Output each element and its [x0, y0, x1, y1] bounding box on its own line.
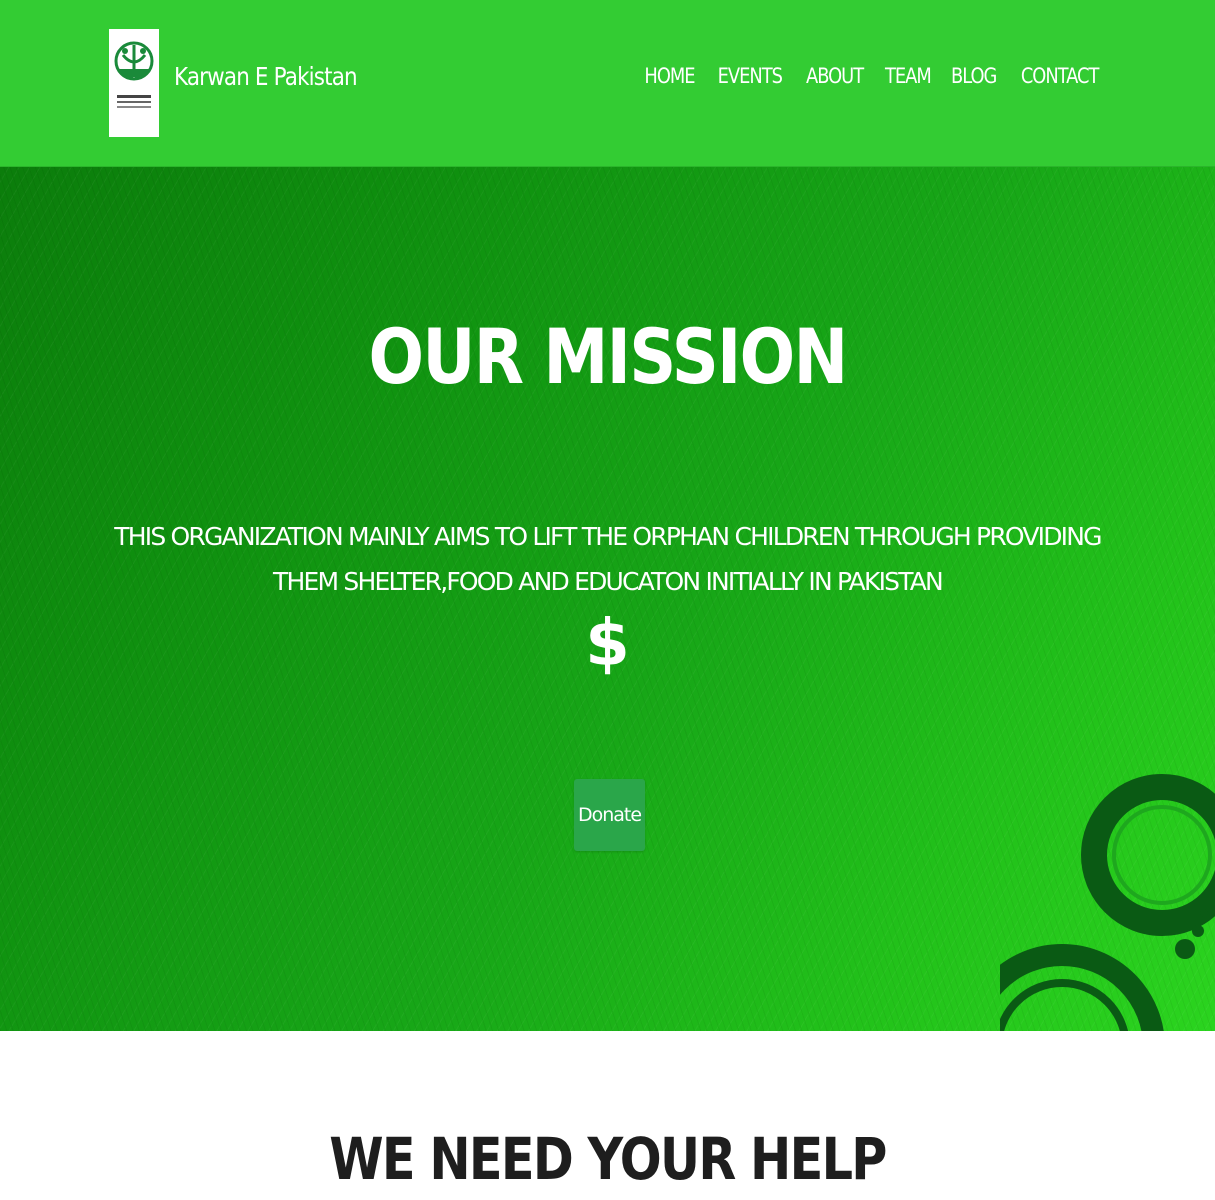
hero-section: OUR MISSION THIS ORGANIZATION MAINLY AIM… [0, 167, 1215, 1031]
decorative-circles-graphic [1000, 774, 1215, 1031]
nav-link-blog[interactable]: BLOG [951, 64, 997, 88]
nav-link-events[interactable]: EVENTS [718, 64, 783, 88]
help-section-title: WE NEED YOUR HELP [329, 1125, 887, 1193]
navbar: Karwan E Pakistan HOME EVENTS ABOUT TEAM… [0, 0, 1215, 167]
nav-link-team[interactable]: TEAM [885, 64, 932, 88]
brand-name[interactable]: Karwan E Pakistan [174, 62, 358, 91]
brand-logo[interactable] [109, 29, 159, 137]
hero-title: OUR MISSION [368, 312, 849, 401]
dollar-icon: $ [585, 607, 630, 681]
mission-statement: THIS ORGANIZATION MAINLY AIMS TO LIFT TH… [114, 522, 1102, 596]
donate-button[interactable]: Donate [574, 779, 645, 851]
main-nav: HOME EVENTS ABOUT TEAM BLOG CONTACT [640, 64, 1105, 88]
nav-link-contact[interactable]: CONTACT [1021, 64, 1100, 88]
hands-tree-logo-icon [114, 41, 154, 108]
nav-link-about[interactable]: ABOUT [806, 64, 864, 88]
nav-link-home[interactable]: HOME [644, 64, 695, 88]
